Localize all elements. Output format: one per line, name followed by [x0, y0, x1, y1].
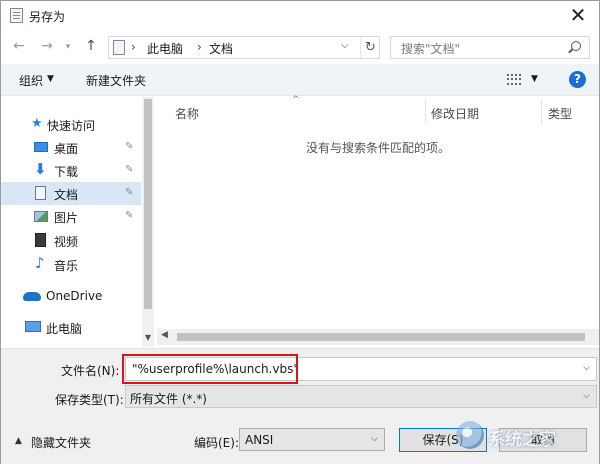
sidebar-item-label: 图片	[54, 211, 79, 225]
sidebar-item-label: 快速访问	[47, 119, 96, 133]
encoding-select[interactable]: ANSI ⌵	[239, 428, 385, 451]
column-divider[interactable]	[541, 99, 542, 123]
navigation-pane: ★ 快速访问 桌面 ✎ ⬇ 下载 ✎ 文档 ✎ 图片 ✎ 视频 ♪ 音乐 One…	[1, 97, 141, 347]
sidebar-item-quick-access[interactable]: ★ 快速访问	[1, 113, 141, 136]
document-folder-icon	[113, 40, 125, 55]
sidebar-item-label: 桌面	[54, 142, 79, 156]
hide-folders-button[interactable]: 隐藏文件夹	[31, 434, 91, 451]
filetype-dropdown-icon[interactable]: ⌵	[583, 391, 590, 401]
desktop-icon	[34, 142, 48, 152]
sidebar-item-music[interactable]: ♪ 音乐	[1, 253, 141, 276]
picture-icon	[34, 211, 48, 222]
file-list: ^ 名称 修改日期 类型 没有与搜索条件匹配的项。 ◀	[157, 95, 599, 347]
highlight-box	[122, 354, 298, 384]
sort-indicator-icon: ^	[292, 95, 300, 105]
breadcrumb-separator-icon[interactable]: ›	[197, 40, 202, 54]
watermark-logo-icon	[456, 421, 484, 449]
document-icon	[35, 186, 46, 200]
save-form: 文件名(N): "%userprofile%\launch.vbs" ⌵ 保存类…	[1, 348, 599, 464]
address-dropdown-icon[interactable]: ⌵	[341, 40, 349, 51]
sidebar-scroll-thumb[interactable]	[144, 99, 152, 309]
column-header-modified-date[interactable]: 修改日期	[431, 105, 479, 122]
sidebar-item-label: 此电脑	[46, 322, 83, 336]
watermark-text: 系统之家	[488, 430, 556, 450]
video-film-icon	[35, 233, 46, 247]
close-button[interactable]: ✕	[557, 1, 599, 31]
onedrive-cloud-icon	[23, 292, 41, 301]
watermark: 系统之家	[456, 419, 600, 459]
sidebar-item-videos[interactable]: 视频	[1, 229, 141, 252]
sidebar-item-label: 视频	[54, 235, 79, 249]
filename-dropdown-icon[interactable]: ⌵	[583, 363, 590, 373]
star-icon: ★	[31, 116, 43, 131]
view-options-icon[interactable]	[507, 74, 521, 85]
new-folder-button[interactable]: 新建文件夹	[86, 72, 146, 89]
search-placeholder: 搜索"文档"	[401, 42, 461, 56]
scroll-down-arrow-icon[interactable]: ▼	[142, 333, 154, 342]
sidebar-item-pictures[interactable]: 图片 ✎	[1, 205, 141, 228]
filename-label: 文件名(N):	[61, 364, 120, 378]
back-arrow-icon[interactable]: ←	[9, 38, 29, 54]
column-header-name[interactable]: 名称	[175, 105, 199, 122]
forward-arrow-icon[interactable]: →	[37, 38, 57, 54]
filetype-select[interactable]: 所有文件 (*.*) ⌵	[125, 385, 597, 408]
navigation-bar: ← → ▾ ↑ › 此电脑 › 文档 ⌵ ↻ 搜索"文档"	[1, 31, 599, 63]
help-icon[interactable]: ?	[569, 71, 586, 88]
breadcrumb-separator-icon[interactable]: ›	[131, 40, 136, 54]
sidebar-scrollbar[interactable]: ▼	[142, 97, 154, 347]
command-bar: 组织 ▼ 新建文件夹 ▼ ?	[1, 64, 599, 96]
save-as-dialog: 另存为 ✕ ← → ▾ ↑ › 此电脑 › 文档 ⌵ ↻ 搜索"文档" 组织 ▼…	[0, 0, 600, 464]
collapse-arrow-icon[interactable]: ▲	[15, 436, 22, 446]
breadcrumb-this-pc[interactable]: 此电脑	[147, 40, 183, 57]
recent-locations-chevron-icon[interactable]: ▾	[61, 42, 75, 52]
sidebar-item-this-pc[interactable]: 此电脑	[1, 316, 141, 339]
filetype-label: 保存类型(T):	[55, 393, 124, 407]
window-title: 另存为	[29, 10, 66, 24]
pin-icon: ✎	[125, 187, 134, 198]
computer-icon	[25, 321, 41, 332]
music-note-icon: ♪	[35, 254, 45, 272]
refresh-icon[interactable]: ↻	[360, 37, 380, 58]
horizontal-scrollbar[interactable]: ◀	[157, 329, 599, 345]
pin-icon: ✎	[125, 210, 134, 221]
sidebar-item-label: 下载	[54, 165, 79, 179]
up-arrow-icon[interactable]: ↑	[81, 38, 101, 54]
pin-icon: ✎	[125, 141, 134, 152]
address-bar[interactable]: › 此电脑 › 文档 ⌵ ↻	[108, 36, 380, 59]
empty-results-message: 没有与搜索条件匹配的项。	[305, 141, 450, 155]
download-arrow-icon: ⬇	[34, 160, 47, 178]
title-bar: 另存为 ✕	[1, 1, 599, 31]
sidebar-item-desktop[interactable]: 桌面 ✎	[1, 136, 141, 159]
horizontal-scroll-thumb[interactable]	[177, 333, 585, 341]
sidebar-item-documents[interactable]: 文档 ✎	[1, 182, 141, 205]
breadcrumb-documents[interactable]: 文档	[209, 40, 233, 57]
sidebar-item-label: 文档	[54, 188, 79, 202]
search-input[interactable]: 搜索"文档"	[390, 36, 590, 59]
sidebar-item-label: 音乐	[54, 259, 79, 273]
column-divider[interactable]	[425, 99, 426, 123]
view-dropdown-icon[interactable]: ▼	[531, 74, 538, 84]
sidebar-item-downloads[interactable]: ⬇ 下载 ✎	[1, 159, 141, 182]
encoding-label: 编码(E):	[194, 436, 239, 450]
search-icon[interactable]	[571, 41, 581, 51]
organize-dropdown-icon[interactable]: ▼	[47, 74, 54, 84]
encoding-dropdown-icon[interactable]: ⌵	[371, 434, 378, 444]
sidebar-item-label: OneDrive	[46, 289, 103, 303]
notepad-icon	[10, 8, 23, 23]
scroll-left-arrow-icon[interactable]: ◀	[161, 330, 168, 340]
organize-button[interactable]: 组织	[19, 72, 43, 89]
sidebar-item-onedrive[interactable]: OneDrive	[1, 285, 141, 308]
column-header-type[interactable]: 类型	[548, 105, 572, 122]
pin-icon: ✎	[125, 164, 134, 175]
filetype-value: 所有文件 (*.*)	[130, 392, 207, 406]
encoding-value: ANSI	[245, 433, 274, 447]
